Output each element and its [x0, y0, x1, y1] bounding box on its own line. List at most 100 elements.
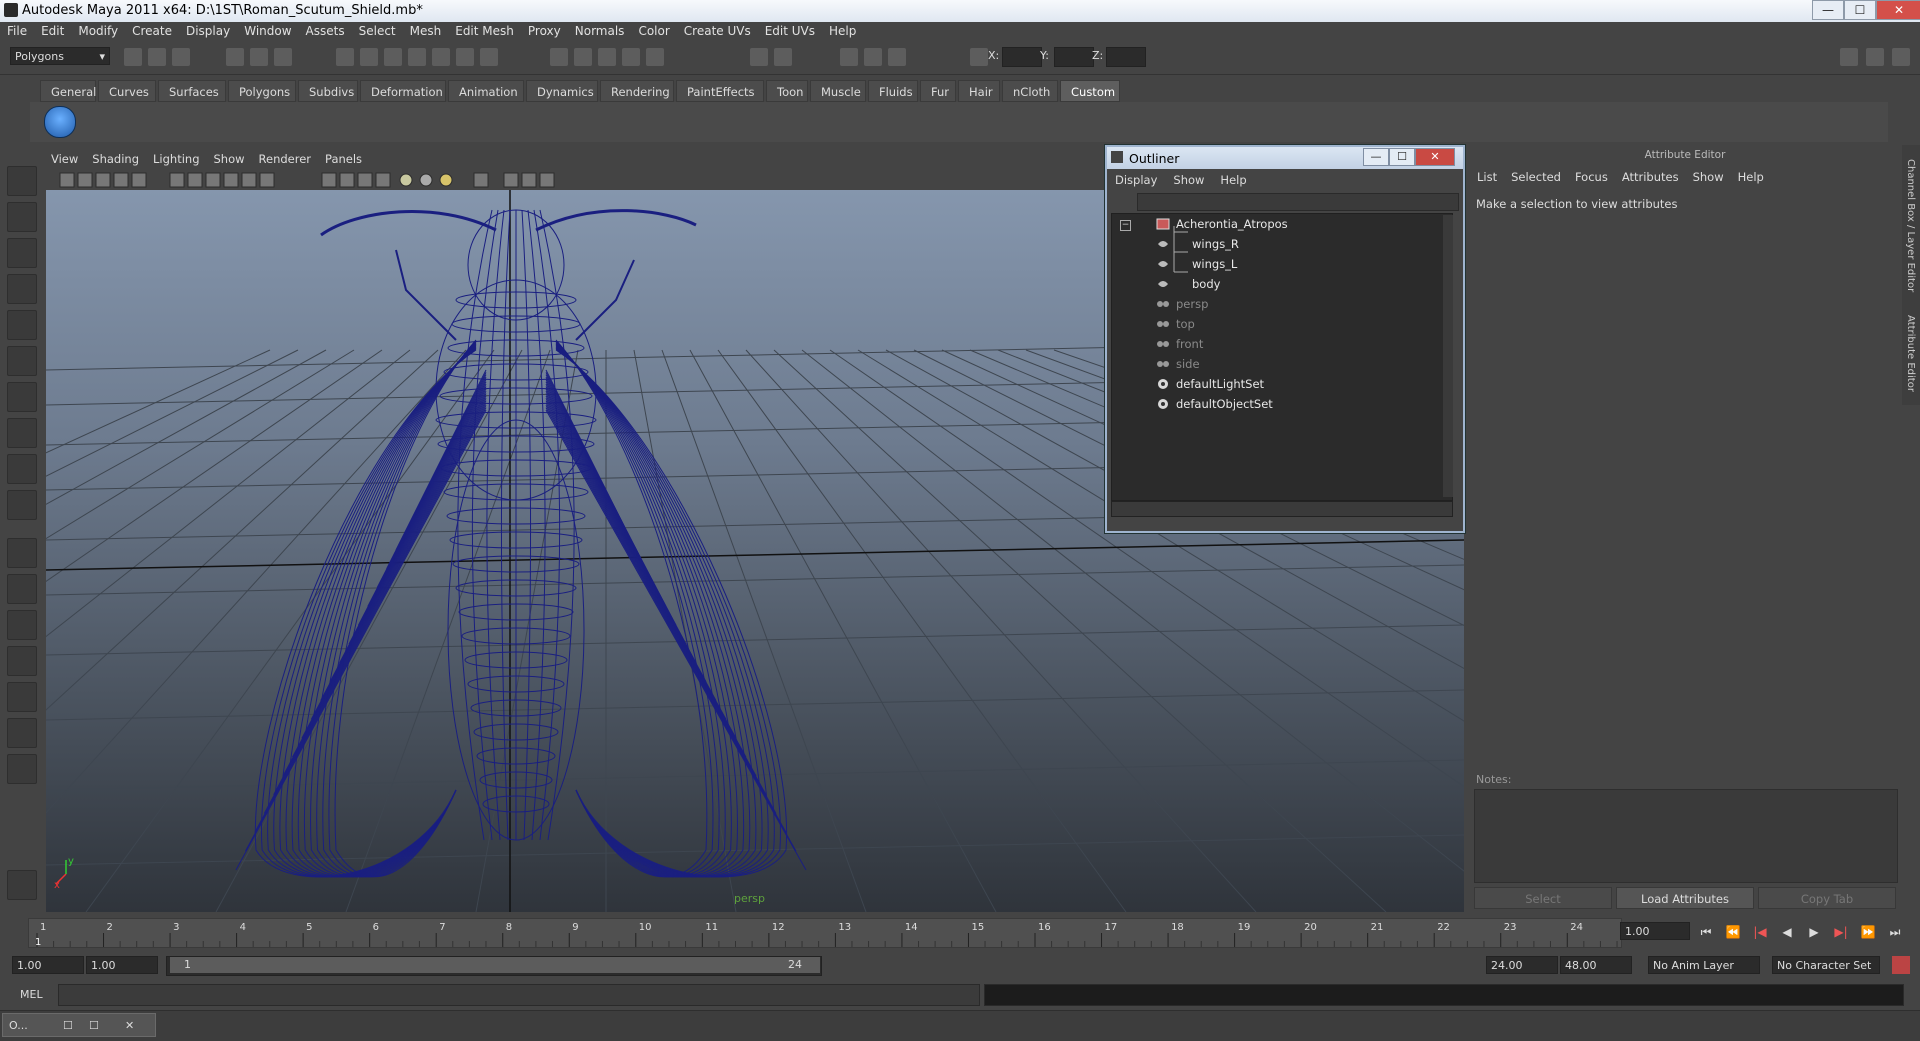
mel-label[interactable]: MEL — [20, 988, 43, 1001]
maximize-button[interactable]: ☐ — [1844, 0, 1876, 20]
notes-field[interactable] — [1474, 789, 1898, 883]
outliner-vertical-scrollbar[interactable] — [1443, 215, 1453, 497]
menu-set-dropdown[interactable]: Polygons ▾ — [10, 47, 110, 65]
menu-help[interactable]: Help — [822, 22, 863, 40]
snap-plane-icon[interactable] — [408, 48, 426, 66]
load-attributes-button[interactable]: Load Attributes — [1616, 887, 1754, 909]
tab-custom[interactable]: Custom — [1060, 80, 1120, 102]
outliner-layout-icon[interactable] — [7, 610, 37, 640]
viewport-menu-lighting[interactable]: Lighting — [146, 150, 206, 168]
attr-menu-show[interactable]: Show — [1686, 169, 1731, 185]
range-slider-handle[interactable] — [170, 957, 820, 973]
outliner-minimize-button[interactable]: — — [1363, 148, 1389, 166]
ipr-render-icon[interactable] — [574, 48, 592, 66]
tab-hair[interactable]: Hair — [958, 80, 1000, 102]
render-icon[interactable] — [550, 48, 568, 66]
outliner-menu-display[interactable]: Display — [1107, 172, 1165, 188]
menu-normals[interactable]: Normals — [568, 22, 632, 40]
tab-surfaces[interactable]: Surfaces — [158, 80, 226, 102]
viewport-menu-panels[interactable]: Panels — [318, 150, 369, 168]
move-tool-icon[interactable] — [7, 274, 37, 304]
render-layout-icon[interactable] — [7, 718, 37, 748]
restore-icon[interactable]: ☐ — [63, 1014, 73, 1038]
z-field[interactable] — [1106, 47, 1146, 67]
show-manipulator-icon[interactable] — [7, 454, 37, 484]
outliner-item-persp[interactable]: persp — [1112, 294, 1442, 314]
play-backwards-button[interactable]: ◀ — [1775, 920, 1799, 944]
open-scene-icon[interactable] — [148, 48, 166, 66]
tab-subdivs[interactable]: Subdivs — [298, 80, 358, 102]
menu-proxy[interactable]: Proxy — [521, 22, 568, 40]
attr-menu-selected[interactable]: Selected — [1504, 169, 1568, 185]
maximize-icon[interactable]: ☐ — [89, 1014, 99, 1038]
close-button[interactable]: ✕ — [1876, 0, 1920, 20]
menu-create-uvs[interactable]: Create UVs — [677, 22, 758, 40]
animation-start-field[interactable]: 1.00 — [12, 956, 84, 974]
paint-select-tool-icon[interactable] — [7, 238, 37, 268]
outliner-titlebar[interactable]: Outliner — ☐ ✕ — [1107, 147, 1463, 169]
tab-polygons[interactable]: Polygons — [228, 80, 296, 102]
render-settings-icon[interactable] — [598, 48, 616, 66]
mouse-icon[interactable] — [7, 870, 37, 900]
outliner-menu-show[interactable]: Show — [1165, 172, 1212, 188]
outliner-filter-field[interactable] — [1137, 193, 1459, 211]
menu-file[interactable]: File — [0, 22, 34, 40]
command-input[interactable] — [58, 984, 980, 1006]
toggle-attribute-editor-icon[interactable] — [1840, 48, 1858, 66]
graph-layout-icon[interactable] — [864, 48, 882, 66]
viewport-toolbar-icons[interactable] — [44, 170, 564, 190]
tab-fluids[interactable]: Fluids — [868, 80, 918, 102]
minimize-button[interactable]: — — [1812, 0, 1844, 20]
tab-ncloth[interactable]: nCloth — [1002, 80, 1058, 102]
outliner-item-default-light-set[interactable]: defaultLightSet — [1112, 374, 1442, 394]
menu-mesh[interactable]: Mesh — [403, 22, 449, 40]
rotate-tool-icon[interactable] — [7, 310, 37, 340]
show-layout-icon[interactable] — [840, 48, 858, 66]
help-icon[interactable] — [480, 48, 498, 66]
toggle-channel-box-icon[interactable] — [1892, 48, 1910, 66]
auto-key-icon[interactable] — [1892, 956, 1910, 974]
go-to-start-button[interactable]: ⏮ — [1694, 920, 1718, 944]
tab-painteffects[interactable]: PaintEffects — [676, 80, 764, 102]
step-back-key-button[interactable]: ⏪ — [1721, 920, 1745, 944]
menu-window[interactable]: Window — [237, 22, 298, 40]
render-view-icon[interactable] — [646, 48, 664, 66]
tab-muscle[interactable]: Muscle — [810, 80, 866, 102]
step-back-frame-button[interactable]: |◀ — [1748, 920, 1772, 944]
hypershade-layout-icon[interactable] — [7, 682, 37, 712]
snap-point-icon[interactable] — [384, 48, 402, 66]
viewport-menu-renderer[interactable]: Renderer — [252, 150, 319, 168]
select-component-icon[interactable] — [274, 48, 292, 66]
tab-animation[interactable]: Animation — [448, 80, 524, 102]
tab-toon[interactable]: Toon — [766, 80, 808, 102]
y-field[interactable] — [1054, 47, 1094, 67]
playback-start-field[interactable]: 1.00 — [86, 956, 158, 974]
outliner-close-button[interactable]: ✕ — [1415, 148, 1455, 166]
single-pane-layout-icon[interactable] — [7, 538, 37, 568]
attr-menu-focus[interactable]: Focus — [1568, 169, 1615, 185]
close-icon[interactable]: ✕ — [125, 1014, 134, 1038]
soft-mod-tool-icon[interactable] — [7, 418, 37, 448]
menu-select[interactable]: Select — [352, 22, 403, 40]
outliner-maximize-button[interactable]: ☐ — [1389, 148, 1415, 166]
outliner-item-default-object-set[interactable]: defaultObjectSet — [1112, 394, 1442, 414]
menu-display[interactable]: Display — [179, 22, 237, 40]
tab-general[interactable]: General — [40, 80, 96, 102]
tab-rendering[interactable]: Rendering — [600, 80, 674, 102]
attr-menu-help[interactable]: Help — [1731, 169, 1771, 185]
attr-menu-list[interactable]: List — [1470, 169, 1504, 185]
graph-layout-icon[interactable] — [7, 646, 37, 676]
current-frame-field[interactable]: 1.00 — [1620, 922, 1690, 940]
outliner-item-front[interactable]: front — [1112, 334, 1442, 354]
attribute-editor-tab[interactable]: Attribute Editor — [1905, 315, 1916, 392]
outliner-item-acherontia-atropos[interactable]: Acherontia_Atropos — [1112, 214, 1442, 234]
collapse-layouts-icon[interactable] — [7, 754, 37, 784]
manipulator-tool-icon[interactable] — [7, 382, 37, 412]
history-icon[interactable] — [456, 48, 474, 66]
attr-menu-attributes[interactable]: Attributes — [1615, 169, 1686, 185]
time-ruler[interactable]: 1 2 3 4 5 6 7 8 9 10 11 12 13 14 15 16 17 18 19 20 21 22 23 24 1 — [28, 918, 1622, 948]
input-line-icon[interactable] — [750, 48, 768, 66]
scale-tool-icon[interactable] — [7, 346, 37, 376]
viewport-menu-view[interactable]: View — [44, 150, 85, 168]
four-pane-layout-icon[interactable] — [7, 574, 37, 604]
